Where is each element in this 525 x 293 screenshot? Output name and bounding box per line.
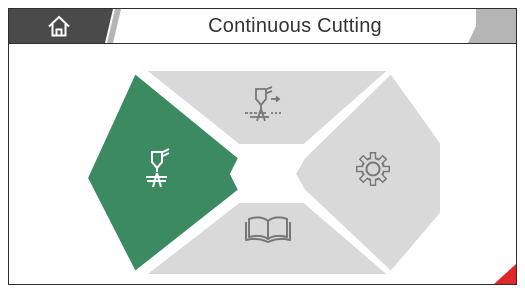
gear-icon xyxy=(356,152,390,186)
corner-indicator xyxy=(494,264,516,284)
screen-frame: Continuous Cutting xyxy=(8,8,517,285)
function-menu xyxy=(85,69,442,276)
